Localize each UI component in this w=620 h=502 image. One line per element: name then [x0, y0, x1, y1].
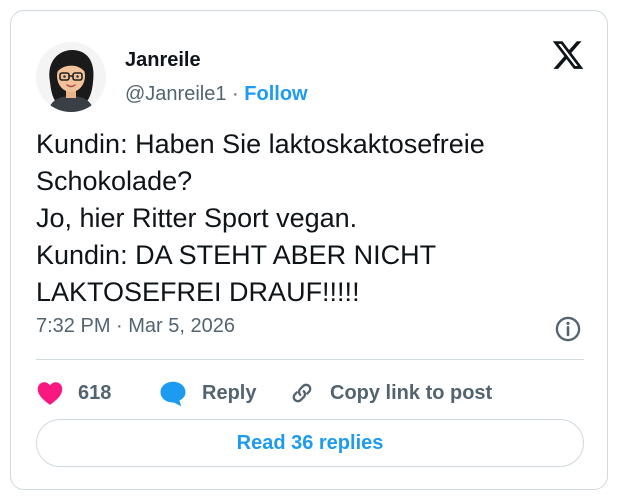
speech-bubble-icon: [158, 379, 188, 407]
read-replies-button[interactable]: Read 36 replies: [36, 419, 584, 467]
avatar[interactable]: [36, 42, 106, 112]
avatar-image: [36, 42, 106, 112]
link-icon: [288, 379, 316, 407]
author-name[interactable]: Janreile: [125, 49, 201, 72]
separator-dot: ·: [232, 83, 239, 105]
tweet-line: Kundin: DA STEHT ABER NICHT: [36, 240, 437, 270]
tweet-text: Kundin: Haben Sie laktoskaktosefreie Sch…: [36, 126, 581, 311]
copy-link-button[interactable]: Copy link to post: [288, 373, 492, 413]
author-handle[interactable]: @Janreile1: [125, 83, 226, 105]
tweet-timestamp[interactable]: 7:32 PM · Mar 5, 2026: [36, 315, 235, 338]
divider: [36, 359, 584, 360]
tweet-line: Schokolade?: [36, 166, 193, 196]
copy-link-label: Copy link to post: [330, 381, 493, 404]
info-icon[interactable]: [554, 315, 582, 343]
like-count: 618: [78, 381, 112, 404]
tweet-line: Jo, hier Ritter Sport vegan.: [36, 203, 358, 233]
reply-label: Reply: [202, 381, 257, 404]
reply-button[interactable]: Reply: [158, 373, 256, 413]
like-button[interactable]: 618: [36, 373, 111, 413]
tweet-line: LAKTOSEFREI DRAUF!!!!!: [36, 277, 360, 307]
follow-button[interactable]: Follow: [244, 83, 307, 105]
tweet-card: Janreile @Janreile1 · Follow Kundin: Hab…: [10, 10, 608, 490]
author-handle-row: @Janreile1 · Follow: [125, 83, 308, 106]
x-logo-icon[interactable]: [551, 38, 585, 72]
tweet-line: Kundin: Haben Sie laktoskaktosefreie: [36, 129, 485, 159]
heart-icon: [36, 380, 64, 406]
